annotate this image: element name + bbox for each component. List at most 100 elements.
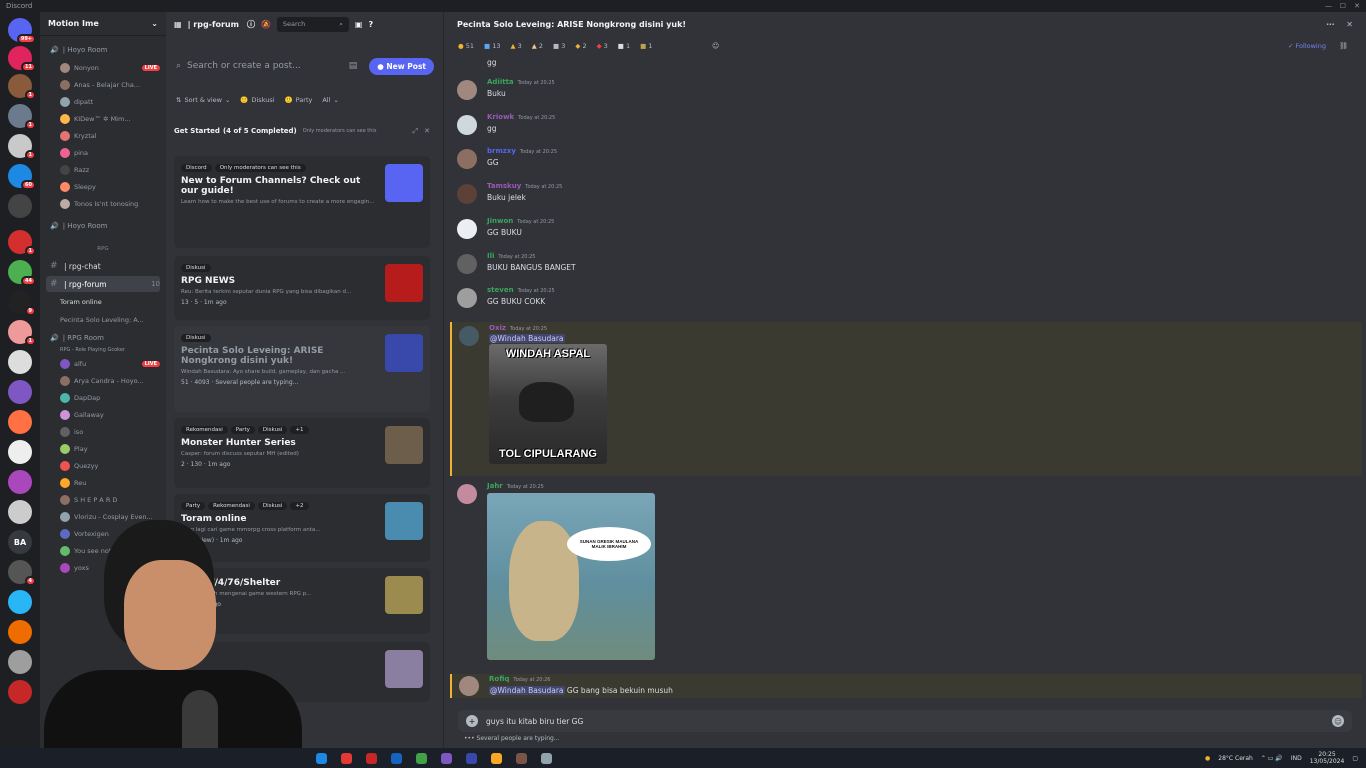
server-icon[interactable]: 1 <box>8 74 36 100</box>
server-icon[interactable]: 44 <box>8 260 36 286</box>
thread-pecinta[interactable]: Pecinta Solo Leveling: A... <box>46 312 160 328</box>
taskbar-app-icon[interactable] <box>441 752 452 764</box>
server-icon[interactable] <box>8 350 32 374</box>
user-mention[interactable]: @Windah Basudara <box>489 334 565 343</box>
taskbar-app-icon[interactable] <box>391 752 402 764</box>
voice-member[interactable]: Arya Candra - Hoyo... <box>46 373 160 389</box>
reaction-pill[interactable]: ▲ 2 <box>532 42 543 50</box>
avatar[interactable] <box>457 149 477 170</box>
forum-search-input[interactable]: Search or create a post... <box>187 61 301 71</box>
taskbar-app-icon[interactable] <box>466 752 477 764</box>
reaction-pill[interactable]: ■ 1 <box>618 42 630 50</box>
voice-member[interactable]: Tonos Is'nt tonosing <box>46 196 160 212</box>
maximize-icon[interactable]: ☐ <box>1340 0 1346 12</box>
server-icon[interactable] <box>8 500 32 524</box>
message-author[interactable]: Oxiz Today at 20:25 <box>489 324 547 332</box>
reaction-pill[interactable]: ■ 3 <box>553 42 565 50</box>
taskbar-app-icon[interactable] <box>316 752 327 764</box>
reaction-pill[interactable]: ● 51 <box>458 42 474 50</box>
get-started-banner[interactable]: Get Started (4 of 5 Completed) Only mode… <box>174 120 430 142</box>
reaction-pill[interactable]: ■ 13 <box>484 42 501 50</box>
meme-image[interactable]: WINDAH ASPAL TOL CIPULARANG <box>489 344 607 464</box>
server-icon[interactable]: 1 <box>8 104 36 130</box>
server-icon[interactable]: BA <box>8 530 32 554</box>
clock[interactable]: 20:25 13/05/2024 <box>1310 751 1345 765</box>
weather-text[interactable]: 28°C Cerah <box>1218 755 1253 762</box>
close-thread-icon[interactable]: ✕ <box>1346 20 1353 29</box>
forum-post-card[interactable]: Rekomendasi Party Diskusi +1 Monster Hunter… <box>174 418 430 488</box>
server-icon[interactable]: 4 <box>8 560 36 586</box>
server-icon[interactable]: 1 <box>8 134 36 160</box>
avatar[interactable] <box>457 218 477 239</box>
voice-member[interactable]: Sleepy <box>46 179 160 195</box>
taskbar-app-icon[interactable] <box>541 752 552 764</box>
new-post-button[interactable]: ● New Post <box>369 57 434 75</box>
message-author[interactable]: steven Today at 20:25 <box>487 286 555 294</box>
server-icon[interactable] <box>8 620 32 644</box>
voice-member[interactable]: Quezyy <box>46 458 160 474</box>
close-icon[interactable]: ✕ <box>1354 0 1360 12</box>
voice-member[interactable]: DapDap <box>46 390 160 406</box>
help-icon[interactable]: ? <box>368 20 373 29</box>
server-icon[interactable] <box>8 440 32 464</box>
reaction-pill[interactable]: ◆ 2 <box>575 42 586 50</box>
close-icon[interactable]: ✕ <box>424 127 430 135</box>
discord-home-icon[interactable]: 99+ <box>8 18 36 44</box>
notifications-icon[interactable]: ▢ <box>1352 755 1358 762</box>
reaction-pill[interactable]: ◆ 3 <box>597 42 608 50</box>
minimize-icon[interactable]: — <box>1325 0 1332 12</box>
filter-party[interactable]: 🙂 Party <box>285 96 313 104</box>
server-icon[interactable] <box>8 410 32 434</box>
server-icon[interactable]: 11 <box>8 46 36 72</box>
forum-post-card[interactable]: Diskusi RPG NEWS Reu: Berita terkini sep… <box>174 256 430 320</box>
avatar[interactable] <box>457 253 477 274</box>
reaction-pill[interactable]: ▲ 3 <box>511 42 522 50</box>
server-icon[interactable] <box>8 680 32 704</box>
fish-meme-image[interactable]: SUNAN GRESIK MAULANA MALIK IBRAHIM <box>487 493 655 660</box>
user-mention[interactable]: @Windah Basudara <box>489 686 565 695</box>
voice-member[interactable]: Nonyon LIVE <box>46 60 160 76</box>
taskbar-app-icon[interactable] <box>491 752 502 764</box>
link-icon[interactable]: ⛓ <box>1339 42 1348 50</box>
reaction-pill[interactable]: ■ 1 <box>640 42 652 50</box>
voice-member[interactable]: iso <box>46 424 160 440</box>
taskbar-app-icon[interactable] <box>416 752 427 764</box>
server-icon[interactable] <box>8 194 32 218</box>
add-reaction-icon[interactable]: ☺ <box>712 42 719 50</box>
avatar[interactable] <box>457 184 477 205</box>
taskbar-app-icon[interactable] <box>366 752 377 764</box>
taskbar-app-icon[interactable] <box>341 752 352 764</box>
voice-member[interactable]: KIDew™ ✲ Mim... <box>46 111 160 127</box>
language-indicator[interactable]: IND <box>1291 755 1302 762</box>
header-search-input[interactable]: Search ⌕ <box>276 16 349 32</box>
voice-member[interactable]: Reu <box>46 475 160 491</box>
info-icon[interactable]: ⓘ <box>247 19 255 30</box>
message-author[interactable]: Jinwon Today at 20:25 <box>487 217 554 225</box>
voice-member[interactable]: Play <box>46 441 160 457</box>
voice-channel-hoyo-room[interactable]: 🔊 | Hoyo Room <box>46 42 160 58</box>
message-author[interactable]: Ili Today at 20:25 <box>487 252 535 260</box>
guild-header[interactable]: Motion Ime ⌄ <box>40 12 166 36</box>
inbox-icon[interactable]: ▣ <box>355 20 363 29</box>
emoji-icon[interactable]: ☺ <box>1332 715 1344 727</box>
server-icon[interactable]: 9 <box>8 290 36 316</box>
server-icon[interactable] <box>8 380 32 404</box>
avatar[interactable] <box>457 288 477 309</box>
avatar[interactable] <box>459 676 479 696</box>
server-icon[interactable]: 1 <box>8 320 36 346</box>
filter-all[interactable]: All ⌄ <box>322 96 339 104</box>
bell-off-icon[interactable]: 🔕 <box>261 20 271 29</box>
channel-rpg-chat[interactable]: # | rpg-chat <box>46 258 160 274</box>
server-icon[interactable] <box>8 590 32 614</box>
message-author[interactable]: Kriowk Today at 20:25 <box>487 113 555 121</box>
message-author[interactable]: Rofiq Today at 20:26 <box>489 675 550 683</box>
message-author[interactable]: brmzxy Today at 20:25 <box>487 147 557 155</box>
message-author[interactable]: Jahr Today at 20:25 <box>487 482 544 490</box>
message-input[interactable]: guys itu kitab biru tier GG <box>486 717 583 726</box>
server-icon[interactable]: 60 <box>8 164 36 190</box>
voice-member[interactable]: Kryztal <box>46 128 160 144</box>
avatar[interactable] <box>457 484 477 504</box>
message-author[interactable]: Tamskuy Today at 20:25 <box>487 182 562 190</box>
message-author[interactable]: Adiitta Today at 20:25 <box>487 78 555 86</box>
filter-diskusi[interactable]: 🙂 Diskusi <box>240 96 274 104</box>
